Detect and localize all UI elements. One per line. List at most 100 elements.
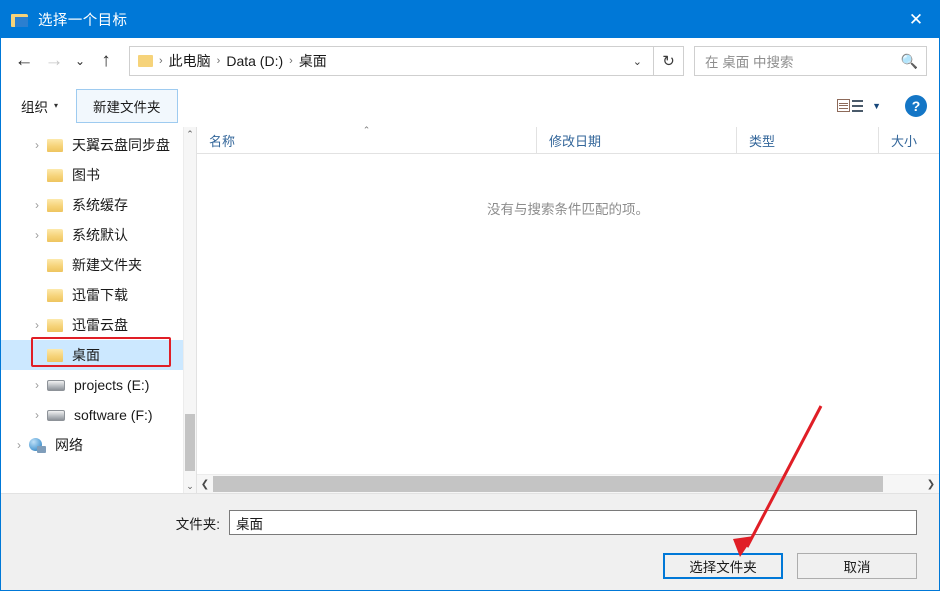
breadcrumb-folder-icon [138, 55, 153, 67]
sidebar-item-2[interactable]: › 系统缓存 [1, 190, 183, 220]
scroll-up-icon[interactable]: ⌃ [184, 127, 196, 141]
title-bar: 选择一个目标 ✕ [1, 1, 939, 38]
sidebar-item-4[interactable]: 新建文件夹 [1, 250, 183, 280]
sidebar-item-10[interactable]: › 网络 [1, 430, 183, 460]
window-title: 选择一个目标 [38, 13, 128, 29]
back-button[interactable]: ← [9, 46, 39, 76]
horizontal-scrollbar[interactable]: ❮ ❯ [197, 474, 939, 493]
sidebar-item-label: projects (E:) [74, 377, 150, 393]
sidebar-item-label: 天翼云盘同步盘 [72, 137, 170, 153]
search-input[interactable]: 在 桌面 中搜索 [705, 51, 901, 71]
expand-chevron-icon[interactable]: › [9, 438, 29, 452]
help-icon[interactable]: ? [905, 94, 927, 117]
view-dropdown-icon[interactable]: ▼ [872, 101, 881, 111]
expand-chevron-icon[interactable]: › [27, 138, 47, 152]
navigation-bar: ← → ⌄ ↑ › 此电脑 › Data (D:) › 桌面 ⌄ ↻ 在 桌面 … [1, 38, 939, 84]
expand-chevron-icon[interactable]: › [27, 318, 47, 332]
expand-chevron-icon[interactable]: › [27, 228, 47, 242]
address-bar[interactable]: › 此电脑 › Data (D:) › 桌面 ⌄ [129, 46, 654, 76]
sidebar-item-9[interactable]: › software (F:) [1, 400, 183, 430]
chevron-down-icon[interactable]: ⌄ [624, 55, 651, 68]
sidebar-item-3[interactable]: › 系统默认 [1, 220, 183, 250]
scrollbar-thumb[interactable] [185, 414, 195, 471]
column-header-type[interactable]: 类型 [737, 127, 879, 153]
breadcrumb-item-1[interactable]: Data (D:) [226, 53, 283, 69]
sidebar-item-label: 迅雷下载 [72, 287, 128, 303]
select-folder-button[interactable]: 选择文件夹 [663, 553, 783, 579]
dialog-footer: 文件夹: 选择文件夹 取消 [1, 493, 939, 590]
expand-chevron-icon[interactable]: › [27, 198, 47, 212]
sidebar-item-6[interactable]: › 迅雷云盘 [1, 310, 183, 340]
sidebar-item-label: 新建文件夹 [72, 257, 142, 273]
column-label: 名称 [209, 133, 236, 149]
organize-label: 组织 [21, 99, 48, 115]
empty-state-message: 没有与搜索条件匹配的项。 [487, 202, 649, 217]
column-label: 大小 [891, 133, 918, 149]
folder-tree: › 天翼云盘同步盘 图书 › 系统缓存 › 系统默认新建文件夹迅雷下载 › 迅雷云盘桌面 › pro… [1, 127, 183, 493]
folder-icon [47, 198, 63, 212]
sidebar-item-7[interactable]: 桌面 [1, 340, 183, 370]
folder-field-row: 文件夹: [1, 510, 917, 535]
command-toolbar: 组织 ▾ 新建文件夹 ▼ ? [1, 84, 939, 127]
recent-locations-button[interactable]: ⌄ [69, 46, 91, 76]
sidebar-item-label: 桌面 [72, 347, 100, 363]
sidebar-item-label: 系统缓存 [72, 197, 128, 213]
sidebar-item-1[interactable]: 图书 [1, 160, 183, 190]
sidebar-item-label: 图书 [72, 167, 100, 183]
folder-icon [47, 168, 63, 182]
search-box[interactable]: 在 桌面 中搜索 🔍 [694, 46, 927, 76]
scrollbar-track[interactable] [213, 475, 923, 493]
new-folder-button[interactable]: 新建文件夹 [76, 88, 178, 123]
folder-icon [11, 12, 29, 28]
breadcrumb-separator: › [159, 55, 163, 67]
file-list-pane: ⌃ 名称 修改日期 类型 大小 没有与搜索条件匹配的项。 ❮ ❯ [197, 125, 939, 493]
column-label: 类型 [749, 133, 776, 149]
column-headers: ⌃ 名称 修改日期 类型 大小 [197, 125, 939, 154]
file-list-area[interactable]: 没有与搜索条件匹配的项。 [197, 154, 939, 474]
folder-icon [47, 258, 63, 272]
search-icon: 🔍 [900, 52, 918, 69]
network-icon [29, 437, 46, 453]
column-header-name[interactable]: ⌃ 名称 [197, 125, 537, 153]
breadcrumb-item-2[interactable]: 桌面 [299, 51, 327, 71]
sidebar-item-0[interactable]: › 天翼云盘同步盘 [1, 130, 183, 160]
breadcrumb-item-0[interactable]: 此电脑 [169, 51, 211, 71]
breadcrumb-separator: › [289, 55, 293, 67]
folder-icon [47, 318, 63, 332]
scroll-right-icon[interactable]: ❯ [923, 475, 939, 493]
organize-button[interactable]: 组织 ▾ [13, 91, 66, 121]
cancel-button[interactable]: 取消 [797, 553, 917, 579]
scrollbar-thumb[interactable] [213, 476, 883, 492]
close-icon[interactable]: ✕ [893, 1, 939, 38]
sidebar-item-label: 迅雷云盘 [72, 317, 128, 333]
change-view-icon[interactable] [837, 99, 864, 112]
dialog-body: › 天翼云盘同步盘 图书 › 系统缓存 › 系统默认新建文件夹迅雷下载 › 迅雷云盘桌面 › pro… [1, 125, 939, 493]
drive-icon [47, 409, 65, 421]
sidebar-vertical-scrollbar[interactable]: ⌃ ⌄ [183, 127, 196, 493]
column-label: 修改日期 [549, 133, 602, 149]
scroll-left-icon[interactable]: ❮ [197, 475, 213, 493]
sidebar-item-8[interactable]: › projects (E:) [1, 370, 183, 400]
chevron-down-icon: ▾ [54, 101, 59, 110]
drive-icon [47, 379, 65, 391]
sidebar-item-label: 网络 [55, 437, 83, 453]
column-header-size[interactable]: 大小 [879, 127, 939, 153]
scroll-down-icon[interactable]: ⌄ [184, 479, 196, 493]
sort-ascending-icon: ⌃ [362, 125, 371, 135]
folder-picker-dialog: 选择一个目标 ✕ ← → ⌄ ↑ › 此电脑 › Data (D:) › 桌面 … [0, 0, 940, 591]
sidebar-item-label: software (F:) [74, 407, 153, 423]
expand-chevron-icon[interactable]: › [27, 408, 47, 422]
breadcrumb-separator: › [216, 55, 221, 67]
refresh-icon[interactable]: ↻ [654, 46, 684, 76]
expand-chevron-icon[interactable]: › [27, 378, 47, 392]
folder-name-input[interactable] [229, 510, 917, 535]
dialog-buttons: 选择文件夹 取消 [663, 553, 917, 579]
column-header-date[interactable]: 修改日期 [537, 127, 737, 153]
up-button[interactable]: ↑ [91, 46, 121, 76]
folder-field-label: 文件夹: [175, 516, 220, 532]
forward-button[interactable]: → [39, 46, 69, 76]
folder-icon [47, 228, 63, 242]
sidebar-item-5[interactable]: 迅雷下载 [1, 280, 183, 310]
navigation-pane: › 天翼云盘同步盘 图书 › 系统缓存 › 系统默认新建文件夹迅雷下载 › 迅雷云盘桌面 › pro… [1, 127, 197, 493]
folder-icon [47, 288, 63, 302]
